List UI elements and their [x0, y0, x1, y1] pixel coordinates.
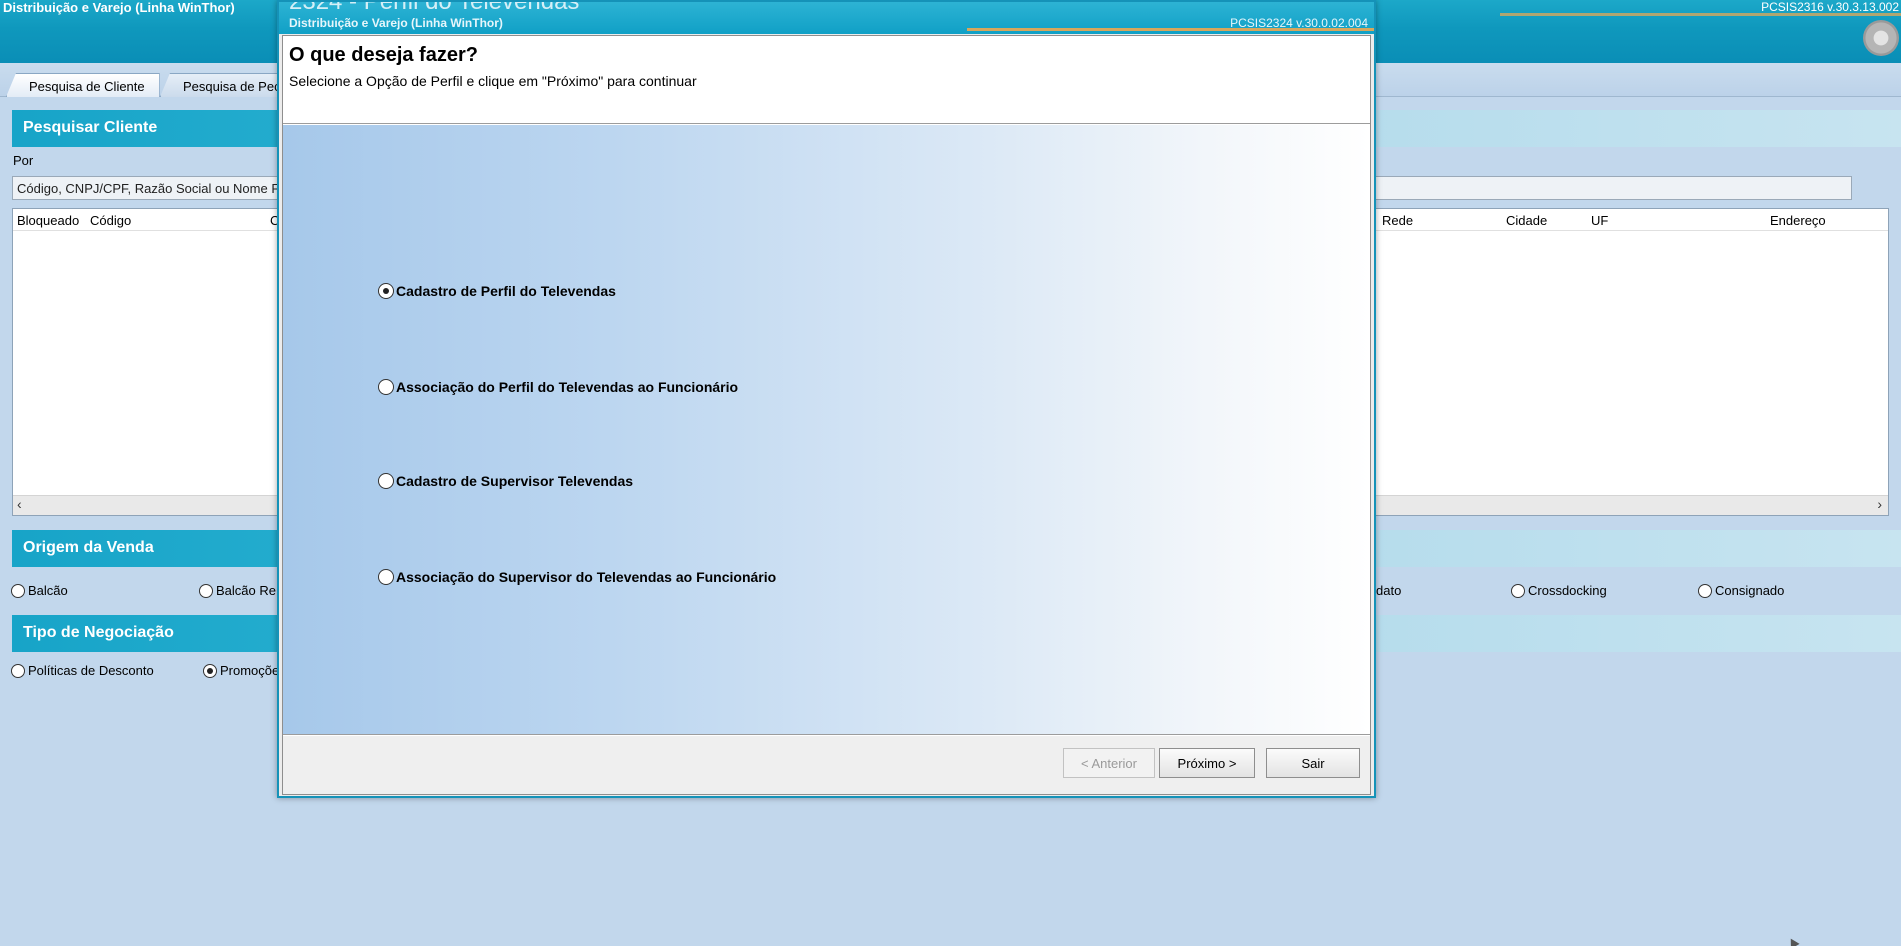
proximo-button[interactable]: Próximo >	[1159, 748, 1255, 778]
scroll-left-icon[interactable]: ‹	[17, 496, 22, 512]
origem-option-consignado[interactable]: Consignado	[1698, 583, 1784, 598]
origem-option-dato[interactable]: dato	[1376, 583, 1401, 598]
radio-checked-icon[interactable]	[203, 663, 217, 678]
por-label: Por	[13, 153, 34, 168]
mouse-cursor-icon	[1786, 936, 1800, 946]
scroll-right-icon[interactable]: ›	[1877, 496, 1882, 512]
titlebar-accent-line	[1500, 13, 1901, 16]
option-cadastro-perfil[interactable]: Cadastro de Perfil do Televendas	[378, 283, 616, 299]
radio-icon[interactable]	[378, 379, 394, 395]
origem-option-balcao-re[interactable]: Balcão Re	[199, 583, 276, 598]
grid-col-rede[interactable]: Rede	[1382, 213, 1413, 228]
tab-pesquisa-pedido[interactable]: Pesquisa de Pec	[160, 73, 296, 97]
option-associacao-perfil[interactable]: Associação do Perfil do Televendas ao Fu…	[378, 379, 738, 395]
radio-icon[interactable]	[199, 583, 213, 598]
radio-icon[interactable]	[378, 473, 394, 489]
wizard-heading: O que deseja fazer?	[289, 44, 478, 66]
wizard-footer: < Anterior Próximo > Sair	[283, 736, 1370, 794]
sair-button[interactable]: Sair	[1266, 748, 1360, 778]
origem-option-balcao[interactable]: Balcão	[11, 583, 68, 598]
wizard-instruction: Selecione a Opção de Perfil e clique em …	[289, 73, 697, 89]
anterior-button[interactable]: < Anterior	[1063, 748, 1155, 778]
radio-icon[interactable]	[1698, 583, 1712, 598]
tipo-option-politicas[interactable]: Políticas de Desconto	[11, 663, 154, 678]
dialog-title: 2324 - Perfil do Televendas	[289, 2, 579, 16]
radio-icon[interactable]	[11, 583, 25, 598]
radio-icon[interactable]	[1511, 583, 1525, 598]
perfil-televendas-dialog: 2324 - Perfil do Televendas Distribuição…	[277, 0, 1376, 798]
grid-col-endereco[interactable]: Endereço	[1770, 213, 1826, 228]
gear-icon[interactable]	[1863, 20, 1899, 56]
dialog-titlebar[interactable]: 2324 - Perfil do Televendas Distribuição…	[279, 2, 1374, 34]
tipo-option-promocoes[interactable]: Promoçõe	[203, 663, 279, 678]
radio-checked-icon[interactable]	[378, 283, 394, 299]
app-name: Distribuição e Varejo (Linha WinThor)	[3, 0, 235, 15]
origem-option-crossdocking[interactable]: Crossdocking	[1511, 583, 1607, 598]
tab-pesquisa-cliente[interactable]: Pesquisa de Cliente	[6, 73, 160, 97]
app-version: PCSIS2316 v.30.3.13.002	[1761, 0, 1899, 14]
wizard-header: O que deseja fazer? Selecione a Opção de…	[283, 36, 1370, 124]
wizard-options-panel: Cadastro de Perfil do Televendas Associa…	[283, 125, 1370, 735]
option-associacao-supervisor[interactable]: Associação do Supervisor do Televendas a…	[378, 569, 776, 585]
dialog-content: O que deseja fazer? Selecione a Opção de…	[282, 35, 1371, 795]
grid-col-codigo[interactable]: Código	[90, 213, 131, 228]
dialog-subtitle: Distribuição e Varejo (Linha WinThor)	[289, 16, 503, 30]
grid-col-cidade[interactable]: Cidade	[1506, 213, 1547, 228]
radio-icon[interactable]	[378, 569, 394, 585]
dialog-accent-line	[967, 28, 1374, 31]
option-cadastro-supervisor[interactable]: Cadastro de Supervisor Televendas	[378, 473, 633, 489]
radio-icon[interactable]	[11, 663, 25, 678]
grid-col-uf[interactable]: UF	[1591, 213, 1608, 228]
grid-col-bloqueado[interactable]: Bloqueado	[17, 213, 79, 228]
